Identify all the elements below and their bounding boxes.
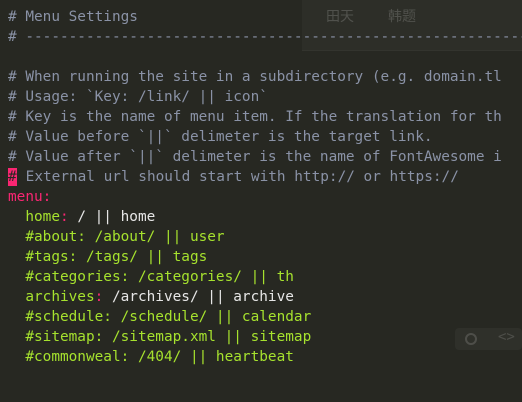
code-line[interactable]: #about: /about/ || user: [8, 227, 225, 247]
comment-text: # Usage: `Key: /link/ || icon`: [8, 89, 268, 105]
yaml-key: menu: [8, 189, 43, 205]
comment-text: # --------------------------------------…: [8, 29, 522, 45]
yaml-key: archives: [25, 289, 95, 305]
comment-text: External url should start with http:// o…: [17, 169, 459, 185]
overlay-tab-1[interactable]: 田天: [326, 6, 354, 26]
code-line[interactable]: # --------------------------------------…: [8, 27, 522, 47]
yaml-colon: :: [59, 209, 69, 225]
comment-text: # When running the site in a subdirector…: [8, 69, 502, 85]
code-line[interactable]: # Menu Settings: [8, 7, 138, 27]
overlay-tab-2[interactable]: 韩题: [388, 6, 416, 26]
commented-entry: #categories: /categories/ || th: [25, 269, 294, 285]
code-line[interactable]: #categories: /categories/ || th: [8, 267, 294, 287]
yaml-value: / || home: [68, 209, 156, 225]
commented-entry: #sitemap: /sitemap.xml || sitemap: [25, 329, 312, 345]
code-editor[interactable]: 田天 韩题 # Menu Settings # -----------------…: [0, 0, 522, 402]
commented-entry: #schedule: /schedule/ || calendar: [25, 309, 312, 325]
yaml-colon: :: [42, 189, 52, 205]
target-icon[interactable]: [465, 333, 477, 345]
code-line[interactable]: home: / || home: [8, 207, 155, 227]
yaml-key: home: [25, 209, 60, 225]
yaml-value: /archives/ || archive: [103, 289, 294, 305]
commented-entry: #tags: /tags/ || tags: [25, 249, 208, 265]
yaml-colon: :: [94, 289, 104, 305]
comment-text: # Value before `||` delimeter is the tar…: [8, 129, 433, 145]
code-line[interactable]: # Usage: `Key: /link/ || icon`: [8, 87, 268, 107]
code-line[interactable]: # Value after `||` delimeter is the name…: [8, 147, 502, 167]
comment-text: # Key is the name of menu item. If the t…: [8, 109, 502, 125]
commented-entry: #commonweal: /404/ || heartbeat: [25, 349, 294, 365]
comment-text: # Menu Settings: [8, 9, 138, 25]
code-line[interactable]: archives: /archives/ || archive: [8, 287, 294, 307]
code-line[interactable]: # Key is the name of menu item. If the t…: [8, 107, 502, 127]
code-line[interactable]: # Value before `||` delimeter is the tar…: [8, 127, 433, 147]
code-line[interactable]: #sitemap: /sitemap.xml || sitemap: [8, 327, 311, 347]
comment-text: # Value after `||` delimeter is the name…: [8, 149, 502, 165]
text-cursor: #: [8, 168, 17, 186]
code-line[interactable]: #tags: /tags/ || tags: [8, 247, 207, 267]
code-line[interactable]: #schedule: /schedule/ || calendar: [8, 307, 311, 327]
code-view-icon[interactable]: <>: [498, 329, 515, 345]
code-line[interactable]: menu:: [8, 187, 51, 207]
commented-entry: #about: /about/ || user: [25, 229, 225, 245]
code-line[interactable]: # External url should start with http://…: [8, 167, 459, 187]
code-line[interactable]: # When running the site in a subdirector…: [8, 67, 502, 87]
code-line[interactable]: #commonweal: /404/ || heartbeat: [8, 347, 294, 367]
